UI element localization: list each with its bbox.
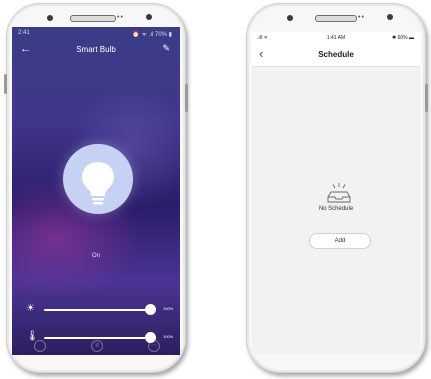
side-button: [425, 84, 428, 112]
right-phone-frame: •• .ıll ᯤ 1:41 AM ✱ 60% ▬ ‹ Schedule No …: [246, 3, 428, 373]
sensor-dots: ••: [117, 14, 124, 21]
speaker-grille: [70, 15, 116, 22]
add-schedule-button[interactable]: Add: [309, 233, 371, 249]
sensor-dots: ••: [358, 14, 365, 21]
empty-tray-icon: [327, 183, 351, 203]
empty-state-text: No Schedule: [318, 206, 354, 212]
front-camera: [287, 15, 293, 21]
light-bulb-icon: [82, 162, 114, 205]
schedule-screen: .ıll ᯤ 1:41 AM ✱ 60% ▬ ‹ Schedule No Sch…: [252, 32, 420, 354]
side-button: [185, 84, 188, 112]
top-bar: ‹ Schedule: [252, 44, 420, 67]
status-bar: .ıll ᯤ 1:41 AM ✱ 60% ▬: [252, 32, 420, 44]
sun-icon: ☀: [26, 303, 35, 314]
left-phone-frame: •• 2:41 ⏰ ᯤ .ıl 70% ▮ ← Smart Bulb ✎ On …: [4, 3, 188, 373]
bulb-toggle-button[interactable]: [63, 144, 133, 214]
page-title: Schedule: [318, 50, 354, 59]
menu-icon[interactable]: ≡: [91, 340, 103, 352]
brightness-value: 100%: [163, 306, 174, 311]
smart-bulb-screen: 2:41 ⏰ ᯤ .ıl 70% ▮ ← Smart Bulb ✎ On ☀ 1…: [12, 27, 180, 355]
bulb-state-label: On: [91, 253, 100, 259]
side-button: [4, 74, 7, 94]
front-camera: [146, 14, 152, 20]
front-camera: [387, 14, 393, 20]
status-bar: 2:41 ⏰ ᯤ .ıl 70% ▮: [12, 27, 180, 39]
pencil-icon[interactable]: ✎: [162, 43, 170, 54]
slider-track[interactable]: [44, 309, 150, 311]
status-battery: ✱ 60% ▬: [392, 35, 414, 41]
front-camera: [47, 15, 53, 21]
slider-handle[interactable]: [145, 304, 156, 315]
top-bar: ← Smart Bulb ✎: [12, 41, 180, 61]
status-indicators: ⏰ ᯤ .ıl 70% ▮: [132, 32, 172, 38]
status-time: 2:41: [18, 30, 30, 36]
page-title: Smart Bulb: [76, 45, 116, 54]
more-icon[interactable]: ⋯: [148, 340, 160, 352]
brightness-slider[interactable]: ☀ 100%: [24, 303, 176, 316]
bottom-navigation: ≡ ⋯: [12, 337, 180, 355]
speaker-grille: [315, 15, 357, 22]
circle-icon[interactable]: [34, 340, 46, 352]
